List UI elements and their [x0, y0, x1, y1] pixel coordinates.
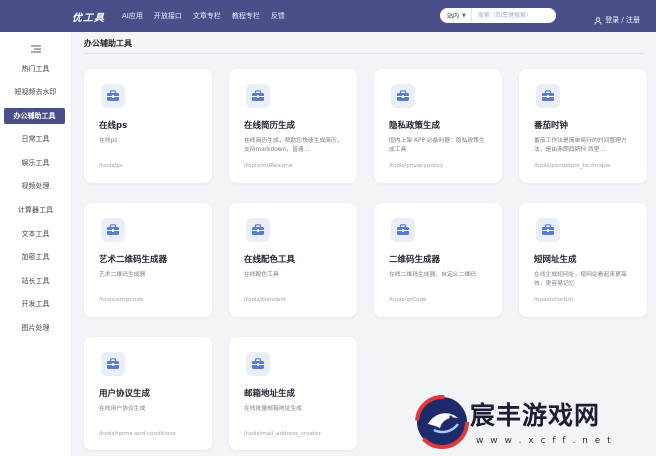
card-path: /tools/mdResume — [244, 163, 293, 169]
tool-card-mail-address[interactable]: 邮箱地址生成 在线批量邮箱地址生成 /tools/mail_address_cr… — [229, 337, 357, 450]
main-nav: AI应用 开放接口 文章专栏 教程专栏 反馈 — [122, 11, 296, 21]
card-title: 在线配色工具 — [244, 255, 296, 265]
card-description: 番茄工作法是简单易行的时间管理方法，是由弗朗西斯科·西里… — [534, 138, 627, 153]
tool-card-color-blend[interactable]: 在线配色工具 在线配色工具 /tools/blendent — [229, 203, 357, 317]
toolbox-icon — [391, 84, 415, 108]
tool-card-qrcode[interactable]: 二维码生成器 在线二维码生成器，自定义二维码 /tools/qrCode — [374, 203, 502, 317]
card-title: 在线ps — [99, 121, 128, 131]
card-path: /tools/privacypolicy — [389, 163, 444, 169]
sidebar-item-text-tools[interactable]: 文本工具 — [0, 226, 71, 242]
card-title: 用户协议生成 — [99, 389, 151, 399]
tool-card-user-agreement[interactable]: 用户协议生成 在线用户协议生成 /tools/terms-and-conditi… — [84, 337, 212, 450]
card-path: /tools/blendent — [244, 297, 287, 303]
chevron-down-icon: ▼ — [462, 12, 466, 19]
card-title: 番茄时钟 — [534, 121, 569, 131]
card-description: 在线用户协议生成 — [99, 406, 146, 412]
toolbox-icon — [536, 84, 560, 108]
nav-articles[interactable]: 文章专栏 — [193, 11, 221, 21]
nav-feedback[interactable]: 反馈 — [271, 11, 285, 21]
card-path: /tools/mail_address_creator — [244, 431, 321, 437]
login-link[interactable]: 登录 / 注册 — [594, 10, 640, 29]
tool-card-pomodoro[interactable]: 番茄时钟 番茄工作法是简单易行的时间管理方法，是由弗朗西斯科·西里… /tool… — [519, 69, 647, 183]
sidebar-item-video-watermark[interactable]: 短视频去水印 — [0, 84, 71, 100]
nav-tutorials[interactable]: 教程专栏 — [232, 11, 260, 21]
card-path: /tools/ps — [99, 163, 123, 169]
card-path: /tools/shortUrl — [534, 297, 574, 303]
watermark-logo-icon — [414, 394, 470, 454]
toolbox-icon — [101, 84, 125, 108]
card-description: 在线简历生成，帮助您快速生成简历，支持markdown，普通… — [244, 138, 343, 153]
tool-card-privacy-policy[interactable]: 隐私政策生成 国内上架 APP 必备利器：隐私政策生成工具 /tools/pri… — [374, 69, 502, 183]
watermark-brand: 宸丰游戏网 — [470, 401, 601, 430]
tool-card-short-url[interactable]: 短网址生成 在线生成短网址，使网站看起来更高效，更容易记忆 /tools/sho… — [519, 203, 647, 317]
page-title: 办公辅助工具 — [84, 39, 132, 48]
user-icon — [594, 10, 602, 29]
card-title: 短网址生成 — [534, 255, 577, 265]
sidebar-item-office-tools[interactable]: 办公辅助工具 — [4, 108, 65, 124]
menu-toggle-icon[interactable] — [31, 38, 41, 57]
nav-open-api[interactable]: 开放接口 — [154, 11, 182, 21]
card-description: 在线配色工具 — [244, 272, 279, 278]
sidebar-item-entertainment-tools[interactable]: 娱乐工具 — [0, 155, 71, 171]
card-title: 邮箱地址生成 — [244, 389, 296, 399]
toolbox-icon — [246, 84, 270, 108]
toolbox-icon — [391, 218, 415, 242]
card-title: 隐私政策生成 — [389, 121, 441, 131]
top-navbar: 优工具 AI应用 开放接口 文章专栏 教程专栏 反馈 站内 ▼ 登录 / 注册 — [0, 0, 656, 32]
login-label: 登录 / 注册 — [605, 15, 640, 24]
sidebar-item-webmaster-tools[interactable]: 站长工具 — [0, 273, 71, 289]
search-scope-label: 站内 — [447, 13, 460, 20]
tool-card-art-qrcode[interactable]: 艺术二维码生成器 艺术二维码生成器 /tools/artqrcode — [84, 203, 212, 317]
card-description: 在线二维码生成器，自定义二维码 — [389, 272, 476, 278]
card-title: 二维码生成器 — [389, 255, 441, 265]
title-divider — [84, 53, 644, 54]
card-description: 在线生成短网址，使网站看起来更高效，更容易记忆 — [534, 272, 627, 287]
card-description: 在线ps — [99, 138, 118, 144]
search-box: 站内 ▼ — [440, 8, 556, 23]
toolbox-icon — [246, 218, 270, 242]
card-description: 在线批量邮箱地址生成 — [244, 406, 302, 412]
sidebar-item-hot-tools[interactable]: 热门工具 — [0, 61, 71, 77]
card-path: /tools/terms-and-conditions — [99, 431, 176, 437]
sidebar-item-image-processing[interactable]: 图片处理 — [0, 320, 71, 336]
card-description: 国内上架 APP 必备利器：隐私政策生成工具 — [389, 138, 485, 153]
toolbox-icon — [536, 218, 560, 242]
card-path: /tools/artqrcode — [99, 297, 144, 303]
tool-card-resume[interactable]: 在线简历生成 在线简历生成，帮助您快速生成简历，支持markdown，普通… /… — [229, 69, 357, 183]
nav-ai-apps[interactable]: AI应用 — [122, 11, 143, 21]
search-input[interactable] — [471, 12, 548, 19]
card-path: /tools/qrCode — [389, 297, 427, 303]
tool-card-online-ps[interactable]: 在线ps 在线ps /tools/ps — [84, 69, 212, 183]
toolbox-icon — [101, 218, 125, 242]
sidebar: 热门工具 短视频去水印 办公辅助工具 日常工具 娱乐工具 视频处理 计算器工具 … — [0, 32, 72, 456]
sidebar-item-daily-tools[interactable]: 日常工具 — [0, 131, 71, 147]
toolbox-icon — [101, 352, 125, 376]
watermark-url: w w w . x c f f . n e t — [476, 436, 613, 446]
card-title: 在线简历生成 — [244, 121, 296, 131]
toolbox-icon — [246, 352, 270, 376]
search-scope-select[interactable]: 站内 ▼ — [440, 8, 472, 23]
sidebar-item-calculator-tools[interactable]: 计算器工具 — [0, 202, 71, 218]
sidebar-item-dev-tools[interactable]: 开发工具 — [0, 296, 71, 312]
card-title: 艺术二维码生成器 — [99, 255, 168, 265]
sidebar-item-video-processing[interactable]: 视频处理 — [0, 178, 71, 194]
sidebar-item-encryption-tools[interactable]: 加密工具 — [0, 249, 71, 265]
card-path: /tools/pomodoro_technique — [534, 163, 611, 169]
card-description: 艺术二维码生成器 — [99, 272, 146, 278]
watermark-overlay: 宸丰游戏网 w w w . x c f f . n e t — [406, 392, 656, 456]
site-logo[interactable]: 优工具 — [72, 9, 112, 24]
